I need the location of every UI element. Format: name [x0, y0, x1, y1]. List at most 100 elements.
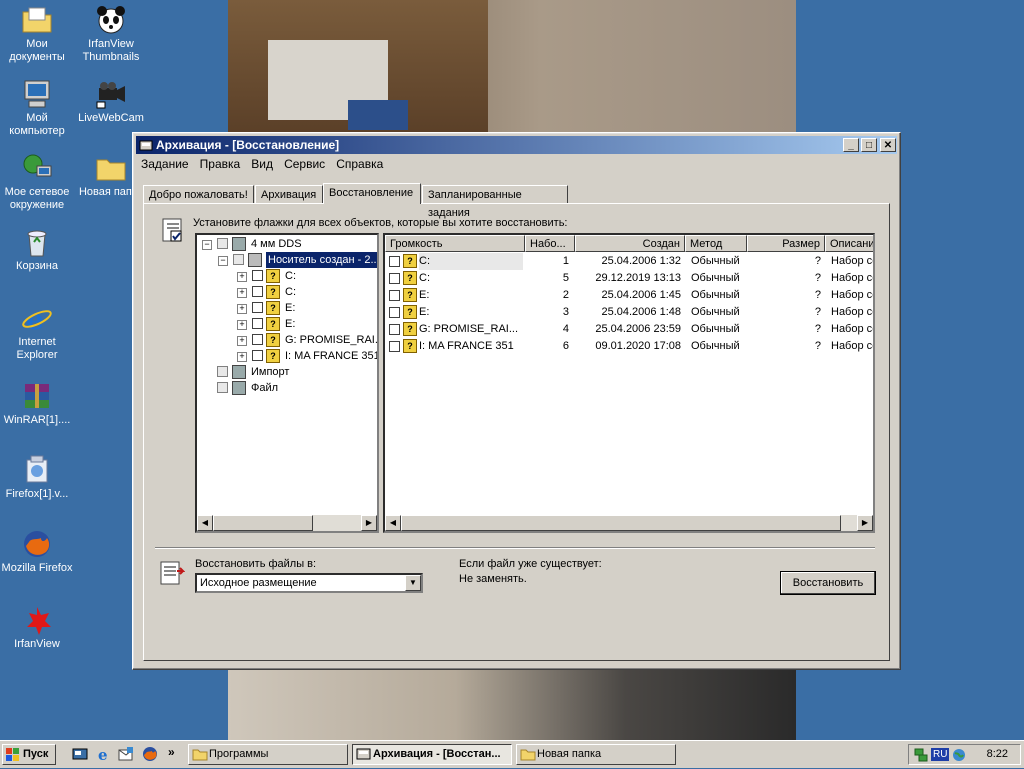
scroll-left-button[interactable]: ◀: [197, 515, 213, 531]
expand-toggle[interactable]: +: [237, 304, 247, 314]
restore-location-select[interactable]: Исходное размещение ▼: [195, 573, 423, 593]
installer-icon: [21, 454, 53, 486]
expand-toggle[interactable]: +: [237, 288, 247, 298]
list-horizontal-scrollbar[interactable]: ◀ ▶: [385, 515, 873, 531]
maximize-button[interactable]: □: [861, 138, 877, 152]
task-programs[interactable]: Программы: [188, 744, 348, 765]
tree-checkbox[interactable]: [252, 270, 263, 281]
desktop-icon-winrar[interactable]: WinRAR[1]....: [0, 380, 74, 427]
quicklaunch-more-button[interactable]: »: [168, 745, 175, 759]
tree-horizontal-scrollbar[interactable]: ◀ ▶: [197, 515, 377, 531]
row-checkbox[interactable]: [389, 307, 400, 318]
collapse-toggle[interactable]: −: [202, 240, 212, 250]
column-header-description[interactable]: Описани: [825, 235, 873, 252]
tree-checkbox[interactable]: [252, 350, 263, 361]
drive-unknown-icon: ?: [403, 322, 417, 336]
desktop-icon-recycle-bin[interactable]: Корзина: [0, 226, 74, 273]
scroll-right-button[interactable]: ▶: [361, 515, 377, 531]
tree-checkbox[interactable]: [217, 366, 228, 377]
menu-task[interactable]: Задание: [137, 155, 193, 173]
tab-restore[interactable]: Восстановление: [323, 183, 421, 204]
tree-checkbox[interactable]: [217, 382, 228, 393]
expand-toggle[interactable]: +: [237, 320, 247, 330]
cell-created: 09.01.2020 17:08: [595, 340, 681, 352]
desktop-icon-my-computer[interactable]: Мой компьютер: [0, 78, 74, 138]
cell-volume: E:: [419, 306, 430, 318]
desktop-icon-internet-explorer[interactable]: e Internet Explorer: [0, 302, 74, 362]
firefox-quicklaunch-icon[interactable]: [142, 746, 158, 762]
tab-welcome[interactable]: Добро пожаловать!: [143, 185, 254, 203]
menu-edit[interactable]: Правка: [196, 155, 245, 173]
tab-scheduled-jobs[interactable]: Запланированные задания: [422, 185, 568, 219]
window-titlebar[interactable]: Архивация - [Восстановление] _ □ ✕: [136, 136, 897, 154]
globe-tray-icon[interactable]: [951, 747, 967, 766]
tape-icon: [232, 381, 246, 395]
scroll-left-button[interactable]: ◀: [385, 515, 401, 531]
row-checkbox[interactable]: [389, 273, 400, 284]
cell-set: 6: [562, 340, 569, 352]
row-checkbox[interactable]: [389, 290, 400, 301]
tree-checkbox[interactable]: [252, 334, 263, 345]
column-header-set[interactable]: Набо...: [525, 235, 575, 252]
desktop-icon-irfanview-thumbnails[interactable]: IrfanView Thumbnails: [74, 4, 148, 64]
expand-toggle[interactable]: +: [237, 272, 247, 282]
start-button[interactable]: Пуск: [2, 744, 56, 765]
cell-volume: C:: [419, 253, 523, 270]
expand-toggle[interactable]: +: [237, 352, 247, 362]
list-row[interactable]: ? G: PROMISE_RAI... 4 25.04.2006 23:59 О…: [385, 321, 873, 338]
scroll-thumb[interactable]: [401, 515, 841, 531]
cell-size: ?: [814, 323, 821, 335]
tree-item-label: E:: [285, 302, 296, 314]
column-header-created[interactable]: Создан: [575, 235, 685, 252]
panda-icon: [95, 4, 127, 36]
cell-set: 4: [562, 323, 569, 335]
desktop-icon-livewebcam[interactable]: LiveWebCam: [74, 78, 148, 125]
window-title: Архивация - [Восстановление]: [156, 138, 340, 152]
outlook-express-icon[interactable]: [118, 746, 134, 762]
restore-button[interactable]: Восстановить: [780, 571, 876, 595]
desktop-icon-mozilla-firefox[interactable]: Mozilla Firefox: [0, 528, 74, 575]
tree-checkbox[interactable]: [233, 254, 244, 265]
tree-checkbox[interactable]: [252, 302, 263, 313]
chevron-down-icon[interactable]: ▼: [405, 575, 421, 591]
column-header-size[interactable]: Размер: [747, 235, 825, 252]
collapse-toggle[interactable]: −: [218, 256, 228, 266]
task-new-folder[interactable]: Новая папка: [516, 744, 676, 765]
tree-checkbox[interactable]: [217, 238, 228, 249]
cell-method: Обычный: [691, 255, 740, 267]
show-desktop-icon[interactable]: [72, 746, 88, 762]
desktop-icon-network[interactable]: Мое сетевое окружение: [0, 152, 74, 212]
tree-checkbox[interactable]: [252, 318, 263, 329]
menu-help[interactable]: Справка: [332, 155, 387, 173]
close-button[interactable]: ✕: [880, 138, 896, 152]
tab-backup[interactable]: Архивация: [255, 185, 323, 203]
menu-view[interactable]: Вид: [247, 155, 277, 173]
desktop-icon-irfanview[interactable]: IrfanView: [0, 604, 74, 651]
tree-checkbox[interactable]: [252, 286, 263, 297]
expand-toggle[interactable]: +: [237, 336, 247, 346]
column-header-volume[interactable]: Громкость: [385, 235, 525, 252]
network-tray-icon[interactable]: [913, 747, 929, 766]
row-checkbox[interactable]: [389, 324, 400, 335]
row-checkbox[interactable]: [389, 341, 400, 352]
column-header-method[interactable]: Метод: [685, 235, 747, 252]
scroll-right-button[interactable]: ▶: [857, 515, 873, 531]
desktop-icon-my-documents[interactable]: Мои документы: [0, 4, 74, 64]
minimize-button[interactable]: _: [843, 138, 859, 152]
clock[interactable]: 8:22: [987, 748, 1008, 760]
list-row[interactable]: ? E: 2 25.04.2006 1:45 Обычный ? Набор с…: [385, 287, 873, 304]
cell-size: ?: [814, 289, 821, 301]
task-backup[interactable]: Архивация - [Восстан...: [352, 744, 512, 765]
list-row[interactable]: ? C: 5 29.12.2019 13:13 Обычный ? Набор …: [385, 270, 873, 287]
list-row[interactable]: ? I: MA FRANCE 351 6 09.01.2020 17:08 Об…: [385, 338, 873, 355]
list-row[interactable]: ? C: 1 25.04.2006 1:32 Обычный ? Набор с…: [385, 253, 873, 270]
desktop-icon-firefox-installer[interactable]: Firefox[1].v...: [0, 454, 74, 501]
row-checkbox[interactable]: [389, 256, 400, 267]
menu-tools[interactable]: Сервис: [280, 155, 329, 173]
cell-volume: I: MA FRANCE 351: [419, 340, 514, 352]
scroll-thumb[interactable]: [213, 515, 313, 531]
list-row[interactable]: ? E: 3 25.04.2006 1:48 Обычный ? Набор с…: [385, 304, 873, 321]
cell-description: Набор со: [831, 306, 875, 318]
language-indicator[interactable]: RU: [931, 748, 950, 761]
ie-quicklaunch-icon[interactable]: e: [96, 746, 112, 764]
